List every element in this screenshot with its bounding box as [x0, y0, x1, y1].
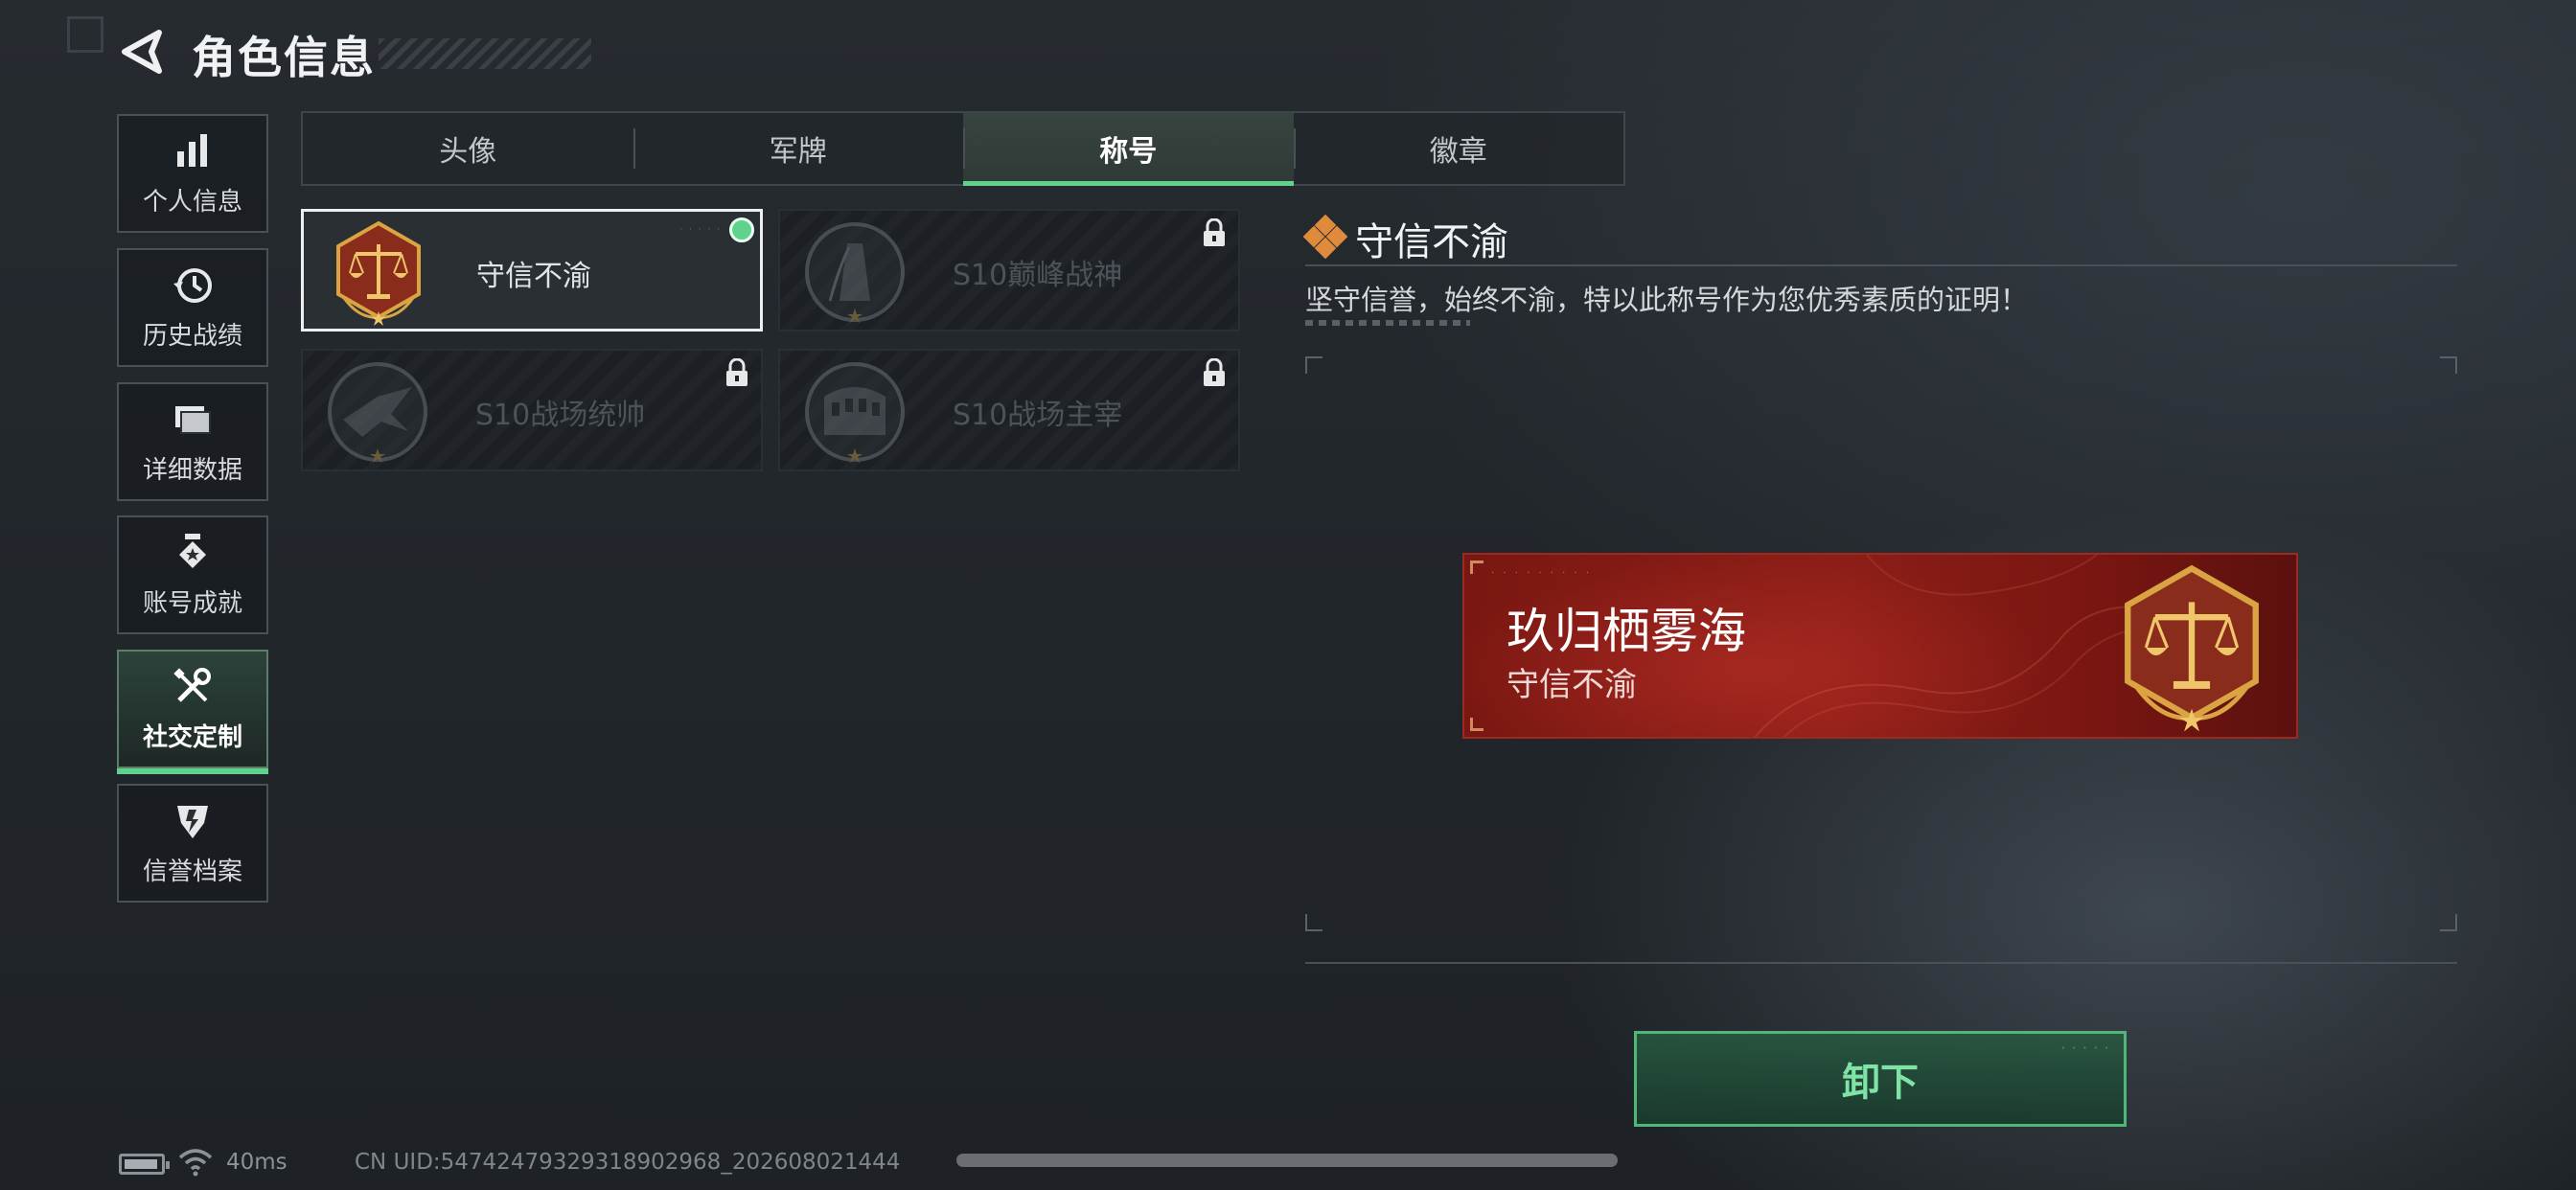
- title-name: 守信不渝: [476, 260, 591, 293]
- detail-title: 守信不渝: [1355, 220, 1508, 264]
- corner-checkbox: [67, 16, 104, 53]
- uid-text: CN UID:5474247932931890​2968_20260802144…: [355, 1150, 901, 1175]
- divider: [1305, 962, 2457, 964]
- sidebar-item-label: 详细数据: [142, 455, 242, 485]
- sidebar-item-label: 社交定制: [142, 722, 242, 752]
- history-clock-icon: [173, 267, 212, 303]
- scales-emblem-icon: [2125, 564, 2259, 732]
- sidebar-item-label: 个人信息: [142, 187, 242, 217]
- diamond-title-icon: [1303, 215, 1347, 259]
- tab-dog-tag[interactable]: 军牌: [632, 113, 964, 184]
- wifi-icon: [178, 1149, 213, 1177]
- category-tabs: 头像 军牌 称号 徽章: [301, 111, 1625, 186]
- title-name: S10战场主宰: [953, 399, 1123, 432]
- lock-icon: [726, 358, 748, 386]
- tab-avatar[interactable]: 头像: [303, 113, 633, 184]
- banner-decoration: · · · · · · · · ·: [1491, 568, 1593, 579]
- sidebar-item-detail-data[interactable]: 详细数据: [117, 382, 268, 501]
- tab-title[interactable]: 称号: [963, 113, 1294, 186]
- lock-icon: [1204, 218, 1225, 246]
- sidebar-item-history[interactable]: 历史战绩: [117, 248, 268, 367]
- home-indicator[interactable]: [956, 1154, 1618, 1167]
- shield-emblem-icon: [177, 805, 208, 838]
- ping-value: 40ms: [226, 1150, 288, 1175]
- player-name: 玖归栖雾海: [1506, 604, 1746, 659]
- tab-badge[interactable]: 徽章: [1293, 113, 1624, 184]
- battery-icon: [119, 1154, 170, 1175]
- sidebar-item-social-custom[interactable]: 社交定制: [117, 650, 268, 774]
- sidebar-item-credit[interactable]: 信誉档案: [117, 784, 268, 903]
- tower-emblem-icon: [805, 222, 905, 323]
- back-arrow-icon[interactable]: [117, 27, 167, 77]
- folder-icon: [175, 405, 211, 434]
- colosseum-emblem-icon: [805, 362, 905, 463]
- scales-emblem-icon: [336, 220, 421, 326]
- medal-icon: [179, 533, 206, 568]
- title-name: S10战场统帅: [475, 399, 646, 432]
- sidebar-item-label: 账号成就: [142, 588, 242, 618]
- title-card[interactable]: · · · · · 守信不渝: [301, 209, 763, 332]
- bar-chart-icon: [177, 133, 207, 167]
- title-name: S10巅峰战神: [953, 259, 1123, 292]
- page-title: 角色信息: [192, 32, 376, 83]
- description-decoration: [1305, 320, 1470, 326]
- sidebar-item-label: 信誉档案: [142, 857, 242, 886]
- divider: [1305, 264, 2457, 266]
- jet-emblem-icon: [328, 362, 427, 463]
- title-decoration: [379, 38, 591, 69]
- title-preview-banner: · · · · · · · · · 玖归栖雾海 守信不渝: [1462, 553, 2298, 739]
- equipped-indicator: [729, 217, 754, 242]
- sidebar-item-label: 历史战绩: [142, 321, 242, 351]
- button-decoration: · · · · ·: [2061, 1043, 2110, 1054]
- wrench-screwdriver-icon: [173, 667, 211, 702]
- title-card[interactable]: S10战场主宰: [778, 349, 1240, 471]
- player-title: 守信不渝: [1506, 666, 1637, 704]
- title-card[interactable]: S10战场统帅: [301, 349, 763, 471]
- card-decoration: · · · · ·: [679, 225, 722, 235]
- unequip-button-label: 卸下: [1842, 1061, 1919, 1105]
- lock-icon: [1204, 358, 1225, 386]
- sidebar-item-personal-info[interactable]: 个人信息: [117, 114, 268, 233]
- unequip-button[interactable]: · · · · · 卸下: [1634, 1031, 2127, 1127]
- sidebar-item-achievements[interactable]: 账号成就: [117, 515, 268, 634]
- detail-description: 坚守信誉，始终不渝，特以此称号作为您优秀素质的证明！: [1305, 284, 2029, 316]
- title-card[interactable]: S10巅峰战神: [778, 209, 1240, 332]
